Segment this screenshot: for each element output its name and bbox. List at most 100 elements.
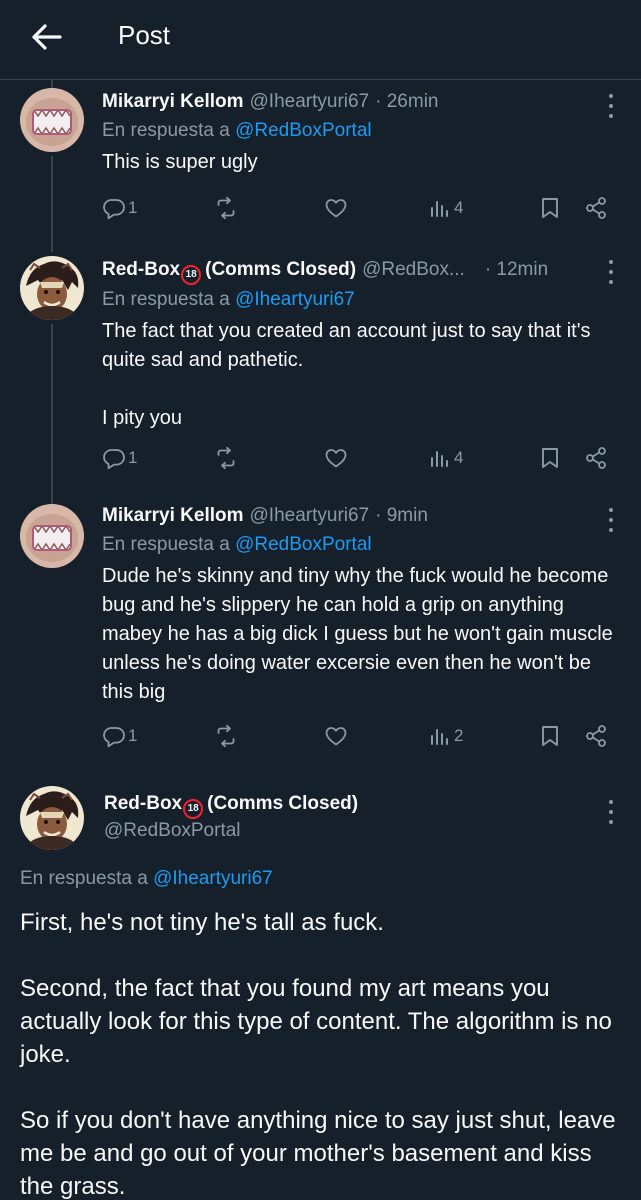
display-name[interactable]: Mikarryi Kellom bbox=[102, 90, 244, 114]
bookmark-button[interactable] bbox=[538, 446, 562, 470]
name-prefix: Red-Box bbox=[102, 259, 181, 280]
name-suffix: (Comms Closed) bbox=[205, 259, 357, 280]
age-18-badge-icon: 18 bbox=[181, 265, 202, 285]
view-count: 4 bbox=[454, 448, 464, 467]
more-options-icon[interactable] bbox=[607, 508, 615, 532]
reply-button[interactable]: 1 bbox=[102, 196, 137, 220]
share-icon bbox=[584, 196, 608, 220]
reply-count: 1 bbox=[128, 726, 138, 745]
back-arrow-icon[interactable] bbox=[30, 22, 64, 52]
tweet-paragraph: Dude he's skinny and tiny why the fuck w… bbox=[102, 565, 613, 703]
share-button[interactable] bbox=[584, 446, 608, 470]
timestamp: · 26min bbox=[375, 91, 439, 112]
view-count: 4 bbox=[454, 198, 464, 217]
user-handle[interactable]: @RedBoxPortal bbox=[104, 817, 358, 845]
tweet-text: Dude he's skinny and tiny why the fuck w… bbox=[102, 562, 617, 707]
user-handle[interactable]: @RedBox... bbox=[362, 258, 465, 282]
share-icon bbox=[584, 446, 608, 470]
action-bar: 1 2 bbox=[102, 724, 617, 752]
age-18-badge-icon: 18 bbox=[183, 799, 204, 819]
reply-context: En respuesta a @RedBoxPortal bbox=[102, 118, 617, 144]
timestamp: · 12min bbox=[484, 259, 549, 280]
view-count: 2 bbox=[454, 726, 464, 745]
retweet-button[interactable] bbox=[214, 724, 238, 748]
bookmark-button[interactable] bbox=[538, 196, 562, 220]
views-button[interactable]: 4 bbox=[428, 446, 463, 470]
tweet-paragraph: First, he's not tiny he's tall as fuck. bbox=[20, 909, 384, 936]
reply-tweet[interactable]: Mikarryi Kellom @Iheartyuri67 · 26min En… bbox=[0, 88, 641, 238]
heart-icon bbox=[324, 446, 348, 470]
reply-button[interactable]: 1 bbox=[102, 446, 137, 470]
tweet-text: The fact that you created an account jus… bbox=[102, 317, 617, 433]
timestamp: · 9min bbox=[375, 505, 428, 526]
reply-tweet[interactable]: Mikarryi Kellom @Iheartyuri67 · 9min En … bbox=[0, 504, 641, 754]
bookmark-icon bbox=[538, 446, 562, 470]
reply-count: 1 bbox=[128, 198, 138, 217]
reply-to-link[interactable]: @RedBoxPortal bbox=[235, 534, 372, 555]
user-handle[interactable]: @Iheartyuri67 bbox=[250, 504, 370, 528]
share-button[interactable] bbox=[584, 724, 608, 748]
retweet-icon bbox=[214, 446, 238, 470]
reply-to-link[interactable]: @Iheartyuri67 bbox=[235, 289, 355, 310]
user-avatar[interactable] bbox=[20, 256, 84, 320]
display-name[interactable]: Red-Box 18 (Comms Closed) bbox=[102, 258, 357, 285]
share-button[interactable] bbox=[584, 196, 608, 220]
more-options-icon[interactable] bbox=[607, 94, 615, 118]
reply-prefix: En respuesta a bbox=[20, 868, 148, 889]
retweet-button[interactable] bbox=[214, 196, 238, 220]
page-title: Post bbox=[118, 20, 171, 50]
reply-context: En respuesta a @Iheartyuri67 bbox=[102, 287, 617, 313]
views-icon bbox=[428, 724, 452, 748]
user-handle[interactable]: @Iheartyuri67 bbox=[250, 90, 370, 114]
reply-button[interactable]: 1 bbox=[102, 724, 137, 748]
action-bar: 1 4 bbox=[102, 196, 617, 224]
reply-prefix: En respuesta a bbox=[102, 120, 230, 141]
bookmark-icon bbox=[538, 196, 562, 220]
reply-count: 1 bbox=[128, 448, 138, 467]
action-bar: 1 4 bbox=[102, 446, 617, 474]
display-name[interactable]: Red-Box 18 (Comms Closed) bbox=[104, 792, 359, 819]
reply-icon bbox=[102, 196, 126, 220]
bookmark-button[interactable] bbox=[538, 724, 562, 748]
more-options-icon[interactable] bbox=[607, 260, 615, 284]
like-button[interactable] bbox=[324, 724, 348, 748]
more-options-icon[interactable] bbox=[607, 800, 615, 824]
share-icon bbox=[584, 724, 608, 748]
reply-icon bbox=[102, 724, 126, 748]
tweet-paragraph: Second, the fact that you found my art m… bbox=[20, 975, 612, 1068]
reply-context: En respuesta a @Iheartyuri67 bbox=[20, 868, 273, 890]
retweet-icon bbox=[214, 724, 238, 748]
reply-icon bbox=[102, 446, 126, 470]
views-icon bbox=[428, 446, 452, 470]
tweet-paragraph: So if you don't have anything nice to sa… bbox=[20, 1107, 616, 1200]
views-icon bbox=[428, 196, 452, 220]
heart-icon bbox=[324, 724, 348, 748]
like-button[interactable] bbox=[324, 196, 348, 220]
retweet-icon bbox=[214, 196, 238, 220]
reply-tweet[interactable]: Red-Box 18 (Comms Closed) @RedBox... · 12m… bbox=[0, 256, 641, 482]
tweet-paragraph: This is super ugly bbox=[102, 151, 258, 173]
tweet-paragraph: The fact that you created an account jus… bbox=[102, 320, 591, 371]
tweet-paragraph: I pity you bbox=[102, 407, 183, 429]
reply-prefix: En respuesta a bbox=[102, 289, 230, 310]
views-button[interactable]: 2 bbox=[428, 724, 463, 748]
views-button[interactable]: 4 bbox=[428, 196, 463, 220]
heart-icon bbox=[324, 196, 348, 220]
user-avatar[interactable] bbox=[20, 504, 84, 568]
tweet-text: First, he's not tiny he's tall as fuck. … bbox=[20, 906, 621, 1200]
like-button[interactable] bbox=[324, 446, 348, 470]
reply-to-link[interactable]: @Iheartyuri67 bbox=[153, 868, 273, 889]
top-bar: Post bbox=[0, 0, 641, 80]
user-avatar[interactable] bbox=[20, 88, 84, 152]
tweet-text: This is super ugly bbox=[102, 148, 617, 177]
name-prefix: Red-Box bbox=[104, 793, 183, 814]
reply-to-link[interactable]: @RedBoxPortal bbox=[235, 120, 372, 141]
display-name[interactable]: Mikarryi Kellom bbox=[102, 504, 244, 528]
name-suffix: (Comms Closed) bbox=[207, 793, 359, 814]
retweet-button[interactable] bbox=[214, 446, 238, 470]
user-avatar[interactable] bbox=[20, 786, 84, 850]
focused-tweet: Red-Box 18 (Comms Closed) @RedBoxPortal En… bbox=[0, 786, 641, 1200]
bookmark-icon bbox=[538, 724, 562, 748]
reply-context: En respuesta a @RedBoxPortal bbox=[102, 532, 617, 558]
reply-prefix: En respuesta a bbox=[102, 534, 230, 555]
